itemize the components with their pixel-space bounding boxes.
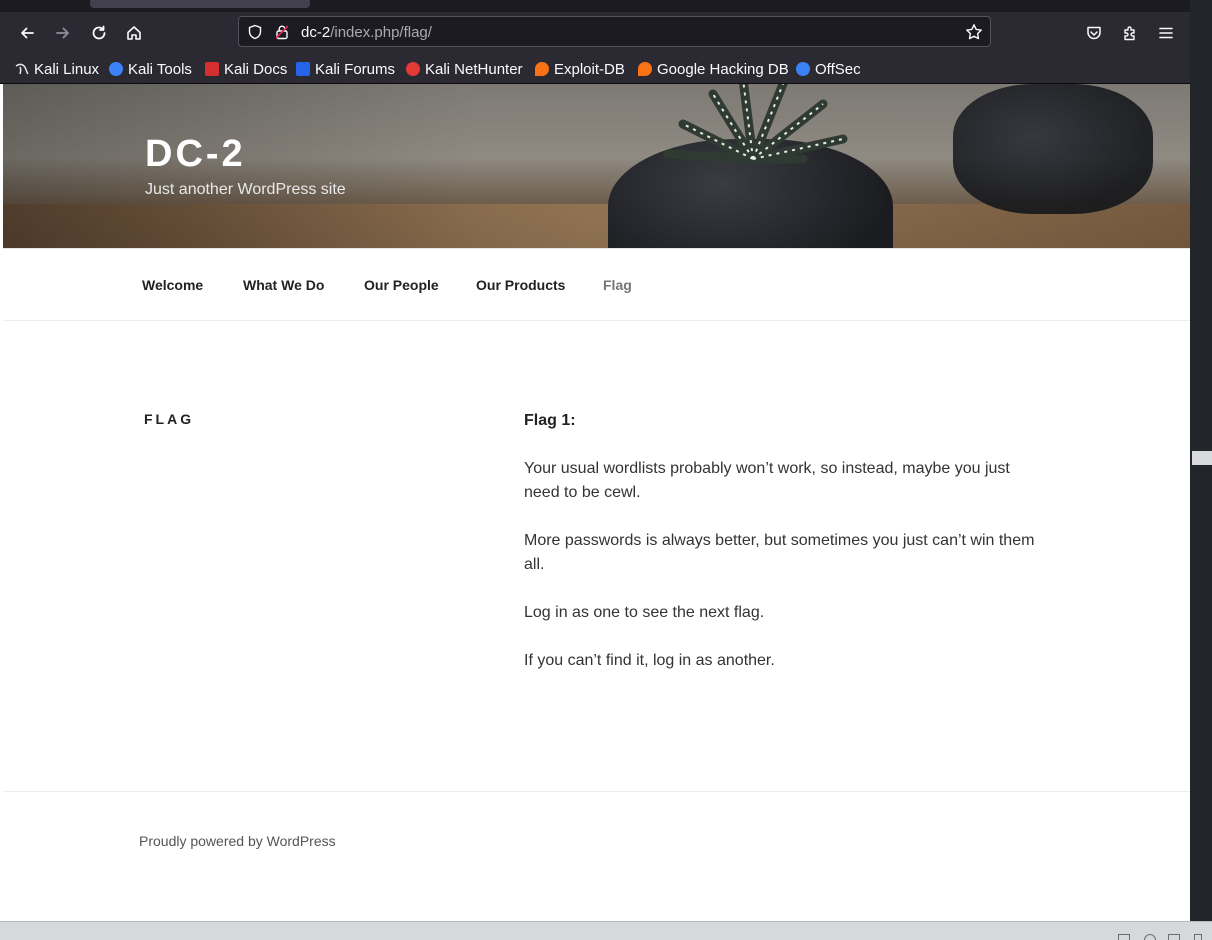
tab-strip	[0, 0, 1190, 12]
offsec-icon	[796, 62, 810, 76]
content-paragraph: More passwords is always better, but som…	[524, 532, 1035, 573]
bookmark-label: Kali Docs	[224, 60, 288, 78]
bookmark-offsec[interactable]: OffSec	[796, 59, 861, 79]
bookmark-kali-tools[interactable]: Kali Tools	[109, 59, 192, 79]
reload-icon	[92, 25, 106, 40]
desktop-window-edge	[1192, 451, 1212, 465]
site-title[interactable]: DC-2	[145, 133, 246, 176]
bookmark-google-hacking-db[interactable]: Google Hacking DB	[638, 59, 789, 79]
bookmark-star-icon[interactable]	[965, 23, 983, 41]
tracking-protection-shield-icon[interactable]	[246, 23, 264, 41]
exploit-db-icon	[535, 62, 549, 76]
menu-item-our-products[interactable]: Our Products	[476, 277, 565, 293]
content-paragraph: If you can’t find it, log in as another.	[524, 652, 775, 669]
extensions-button[interactable]	[1117, 20, 1143, 46]
forward-button[interactable]	[50, 20, 76, 46]
desktop-background	[1190, 0, 1212, 925]
bookmark-kali-nethunter[interactable]: Kali NetHunter	[406, 59, 523, 79]
page-content: Flag 1: Your usual wordlists probably wo…	[524, 409, 1044, 697]
footer-credit-link[interactable]: Proudly powered by WordPress	[139, 833, 336, 849]
active-tab[interactable]	[90, 0, 310, 8]
kali-tools-icon	[109, 62, 123, 76]
tray-stack-icon[interactable]	[1168, 934, 1180, 940]
navigation-toolbar: dc-2/index.php/flag/	[0, 12, 1190, 54]
bookmarks-toolbar: Kali Linux Kali Tools Kali Docs Kali For…	[0, 54, 1190, 84]
bookmark-label: Exploit-DB	[554, 60, 625, 78]
site-description: Just another WordPress site	[145, 181, 346, 198]
tray-small-icon[interactable]	[1194, 934, 1202, 940]
forward-arrow-icon	[56, 27, 69, 39]
pocket-button[interactable]	[1081, 20, 1107, 46]
menu-item-what-we-do[interactable]: What We Do	[243, 277, 324, 293]
kali-nethunter-icon	[406, 62, 420, 76]
pocket-icon	[1087, 26, 1101, 40]
kali-forums-icon	[296, 62, 310, 76]
header-image: DC-2 Just another WordPress site	[3, 84, 1190, 248]
hamburger-menu-icon	[1159, 27, 1173, 39]
page-title: FLAG	[144, 411, 195, 427]
kali-dragon-icon	[15, 62, 29, 76]
url-path: /index.php/flag/	[330, 24, 432, 41]
tray-circle-icon[interactable]	[1144, 934, 1156, 940]
home-button[interactable]	[121, 20, 147, 46]
back-arrow-icon	[21, 27, 34, 39]
menu-item-our-people[interactable]: Our People	[364, 277, 439, 293]
bookmark-label: Kali Forums	[315, 60, 396, 78]
bookmark-kali-linux[interactable]: Kali Linux	[15, 59, 99, 79]
menu-item-welcome[interactable]: Welcome	[142, 277, 203, 293]
reload-button[interactable]	[86, 20, 112, 46]
bookmark-label: Google Hacking DB	[657, 60, 789, 78]
tray-window-icon[interactable]	[1118, 934, 1130, 940]
menu-item-flag[interactable]: Flag	[603, 277, 632, 293]
home-icon	[127, 26, 141, 40]
taskbar	[0, 921, 1212, 940]
puzzle-piece-icon	[1124, 26, 1135, 41]
menu-button[interactable]	[1153, 20, 1179, 46]
flag-heading: Flag 1:	[524, 412, 576, 429]
bookmark-label: Kali Tools	[128, 60, 192, 78]
url-text[interactable]: dc-2/index.php/flag/	[301, 24, 432, 41]
back-button[interactable]	[14, 20, 40, 46]
ghdb-icon	[638, 62, 652, 76]
kali-docs-icon	[205, 62, 219, 76]
bookmark-label: Kali Linux	[34, 60, 100, 78]
bookmark-exploit-db[interactable]: Exploit-DB	[535, 59, 625, 79]
bookmark-kali-docs[interactable]: Kali Docs	[205, 59, 287, 79]
insecure-lock-icon[interactable]	[273, 23, 291, 41]
bookmark-kali-forums[interactable]: Kali Forums	[296, 59, 395, 79]
bookmark-label: Kali NetHunter	[425, 60, 523, 78]
site-navigation: Welcome What We Do Our People Our Produc…	[3, 248, 1190, 321]
address-bar[interactable]: dc-2/index.php/flag/	[238, 16, 991, 47]
url-host: dc-2	[301, 24, 331, 41]
content-paragraph: Log in as one to see the next flag.	[524, 604, 765, 621]
content-paragraph: Your usual wordlists probably won’t work…	[524, 460, 1010, 501]
footer-divider	[3, 791, 1190, 792]
bookmark-label: OffSec	[815, 60, 861, 78]
browser-window: dc-2/index.php/flag/ Kali Linux Kali Too…	[0, 0, 1190, 921]
